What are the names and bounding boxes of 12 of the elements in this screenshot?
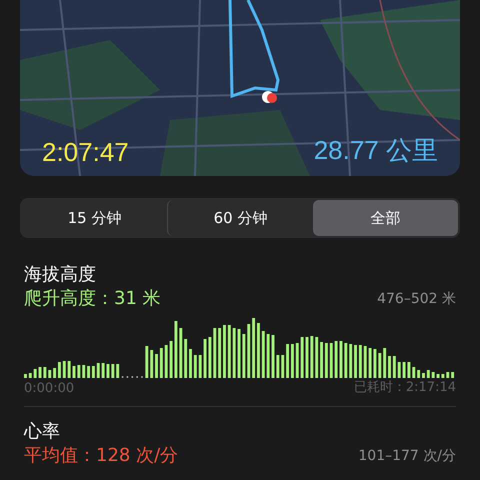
heart-rate-range: 101–177 次/分 xyxy=(358,447,456,466)
section-title: 心率 xyxy=(24,420,60,443)
elevation-range: 476–502 米 xyxy=(377,290,456,309)
segment-tab[interactable]: 全部 xyxy=(313,200,458,236)
heart-rate-summary: 平均值：128 次/分 xyxy=(24,444,178,467)
distance-text: 28.77 公里 xyxy=(314,134,438,167)
section-title: 海拔高度 xyxy=(24,263,96,286)
segment-tab[interactable]: 15 分钟 xyxy=(22,200,167,236)
climb-summary: 爬升高度：31 米 xyxy=(24,287,161,310)
duration-text: 2:07:47 xyxy=(42,137,129,168)
start-time: 0:00:00 xyxy=(24,381,74,396)
elapsed-time: 已耗时：2:17:14 xyxy=(354,379,456,396)
